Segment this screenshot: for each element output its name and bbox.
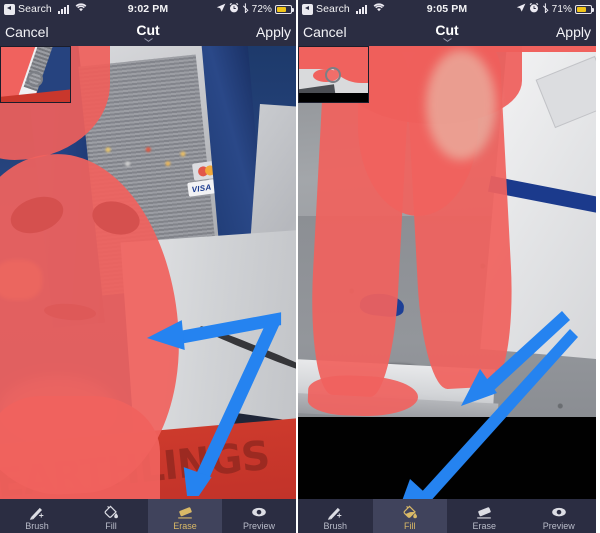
brush-cursor-ring (325, 67, 341, 83)
tab-erase[interactable]: Erase (447, 499, 522, 533)
tab-label-erase: Erase (472, 520, 496, 531)
eye-icon (252, 507, 266, 516)
cancel-button[interactable]: Cancel (5, 25, 49, 39)
bluetooth-icon (242, 2, 249, 16)
tab-label-brush: Brush (25, 520, 49, 531)
photo-image (298, 46, 596, 499)
status-bar: Search 9:02 PM 72% (0, 0, 296, 18)
battery-percent-label: 71% (551, 3, 572, 15)
alarm-clock-icon (529, 2, 539, 16)
battery-percent-label: 72% (251, 3, 272, 15)
tab-fill[interactable]: Fill (74, 499, 148, 533)
apply-button[interactable]: Apply (256, 25, 291, 39)
tab-brush[interactable]: Brush (298, 499, 373, 533)
tab-brush[interactable]: Brush (0, 499, 74, 533)
fill-bucket-icon (403, 505, 417, 518)
tab-label-preview: Preview (242, 520, 275, 531)
eraser-icon (477, 506, 492, 518)
photo-image: VISA EARTHLINGS (0, 46, 296, 499)
location-arrow-icon (216, 3, 226, 16)
bluetooth-icon (542, 2, 549, 16)
photo-canvas[interactable] (298, 46, 596, 499)
brush-cursor-ring (27, 71, 43, 87)
battery-icon (575, 4, 594, 14)
fill-bucket-icon (104, 505, 118, 518)
letterbox-black-bar (298, 417, 596, 499)
back-chevron-icon[interactable] (302, 3, 313, 15)
status-back-label: Search (316, 3, 350, 15)
nav-bar: Cancel Cut Apply (0, 18, 296, 46)
nav-bar: Cancel Cut Apply (298, 18, 596, 46)
status-bar-left: Search (298, 3, 385, 15)
tab-label-fill: Fill (105, 520, 117, 531)
dual-screenshot-comparison: Search 9:02 PM 72% Cancel Cut Apply VISA… (0, 0, 600, 533)
tab-label-erase: Erase (173, 520, 197, 531)
eye-icon (551, 507, 566, 516)
right-panel: Search 9:05 PM 71% Cancel Cut Apply Brus… (298, 0, 596, 533)
left-panel: Search 9:02 PM 72% Cancel Cut Apply VISA… (0, 0, 298, 533)
status-back-label: Search (18, 3, 52, 15)
tab-fill[interactable]: Fill (372, 499, 447, 533)
cellular-bars-icon (355, 4, 367, 14)
chevron-down-icon (143, 37, 153, 42)
magnifier-loupe (0, 46, 71, 103)
tab-preview[interactable]: Preview (521, 499, 596, 533)
status-bar-left: Search (0, 3, 87, 15)
eraser-icon (178, 506, 192, 518)
magnifier-loupe (298, 46, 369, 103)
location-arrow-icon (516, 3, 526, 16)
back-chevron-icon[interactable] (4, 3, 15, 15)
battery-icon (275, 4, 294, 14)
status-bar: Search 9:05 PM 71% (298, 0, 596, 18)
chevron-down-icon (442, 37, 452, 42)
status-bar-right: 71% (516, 2, 596, 16)
tool-toolbar: Brush Fill Erase Preview (0, 499, 296, 533)
status-bar-right: 72% (216, 2, 296, 16)
tool-toolbar: Brush Fill Erase Preview (298, 499, 596, 533)
photo-canvas[interactable]: VISA EARTHLINGS (0, 46, 296, 499)
wifi-icon (75, 3, 87, 15)
cancel-button[interactable]: Cancel (303, 25, 347, 39)
tab-label-preview: Preview (542, 520, 575, 531)
cellular-bars-icon (57, 4, 69, 14)
alarm-clock-icon (229, 2, 239, 16)
brush-icon (328, 507, 342, 520)
tab-preview[interactable]: Preview (222, 499, 296, 533)
apply-button[interactable]: Apply (556, 25, 591, 39)
wifi-icon (373, 3, 385, 15)
tab-label-brush: Brush (323, 520, 347, 531)
brush-icon (29, 507, 44, 520)
tab-label-fill: Fill (404, 520, 416, 531)
tab-erase[interactable]: Erase (148, 499, 222, 533)
